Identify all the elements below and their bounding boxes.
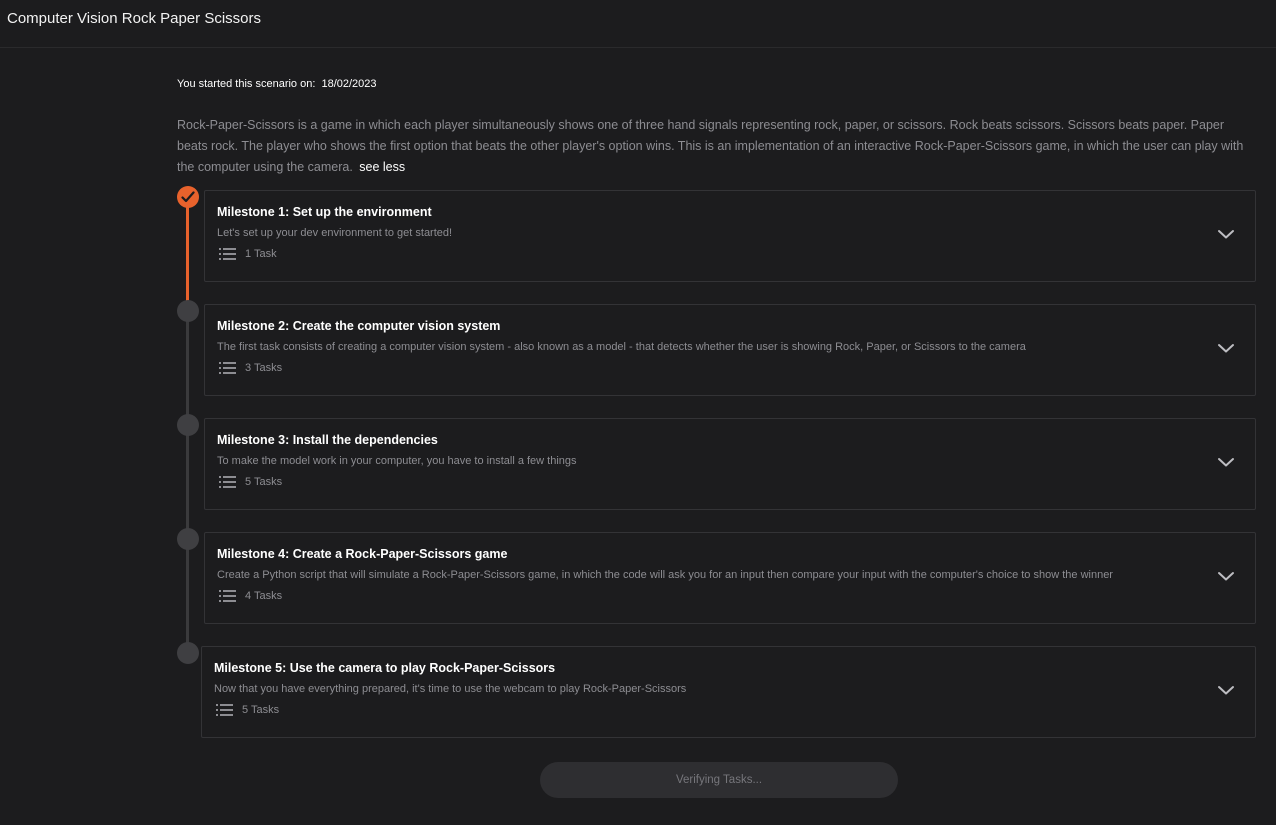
scenario-start-info: You started this scenario on: 18/02/2023 — [177, 78, 377, 90]
milestone-title: Milestone 2: Create the computer vision … — [217, 319, 501, 333]
checkmark-icon — [181, 191, 195, 203]
milestone-3-status-dot — [177, 414, 199, 436]
milestone-4-status-dot — [177, 528, 199, 550]
chevron-down-icon[interactable] — [1217, 228, 1235, 240]
task-count-label: 5 Tasks — [242, 704, 280, 716]
milestone-task-count: 5 Tasks — [219, 475, 282, 489]
chevron-down-icon[interactable] — [1217, 570, 1235, 582]
chevron-down-icon[interactable] — [1217, 456, 1235, 468]
timeline-line — [186, 302, 189, 652]
description-text: Rock-Paper-Scissors is a game in which e… — [177, 118, 1244, 174]
list-icon — [219, 362, 236, 374]
milestone-subtitle: Create a Python script that will simulat… — [217, 569, 1113, 581]
list-icon — [219, 248, 236, 260]
top-bar: Computer Vision Rock Paper Scissors — [0, 0, 1276, 48]
list-icon — [219, 476, 236, 488]
milestone-title: Milestone 4: Create a Rock-Paper-Scissor… — [217, 547, 508, 561]
milestone-task-count: 3 Tasks — [219, 361, 282, 375]
milestone-card-3[interactable]: Milestone 3: Install the dependencies To… — [204, 418, 1256, 510]
milestone-subtitle: The first task consists of creating a co… — [217, 341, 1026, 353]
chevron-down-icon[interactable] — [1217, 342, 1235, 354]
milestone-title: Milestone 1: Set up the environment — [217, 205, 432, 219]
started-date: 18/02/2023 — [321, 78, 377, 90]
scenario-description: Rock-Paper-Scissors is a game in which e… — [177, 115, 1252, 178]
milestone-task-count: 1 Task — [219, 247, 277, 261]
milestone-2-status-dot — [177, 300, 199, 322]
task-count-label: 4 Tasks — [245, 590, 283, 602]
page-title: Computer Vision Rock Paper Scissors — [7, 10, 261, 27]
milestone-card-4[interactable]: Milestone 4: Create a Rock-Paper-Scissor… — [204, 532, 1256, 624]
timeline-progress-line — [186, 206, 189, 302]
milestone-task-count: 4 Tasks — [219, 589, 282, 603]
chevron-down-icon[interactable] — [1217, 684, 1235, 696]
list-icon — [216, 704, 233, 716]
task-count-label: 5 Tasks — [245, 476, 283, 488]
milestone-1-status-dot — [177, 186, 199, 208]
milestone-5-status-dot — [177, 642, 199, 664]
milestone-subtitle: To make the model work in your computer,… — [217, 455, 577, 467]
started-label: You started this scenario on: — [177, 78, 316, 90]
milestone-subtitle: Let's set up your dev environment to get… — [217, 227, 453, 239]
milestone-card-1[interactable]: Milestone 1: Set up the environment Let'… — [204, 190, 1256, 282]
list-icon — [219, 590, 236, 602]
verify-tasks-button[interactable]: Verifying Tasks... — [540, 762, 898, 798]
milestone-card-5[interactable]: Milestone 5: Use the camera to play Rock… — [201, 646, 1256, 738]
milestone-subtitle: Now that you have everything prepared, i… — [214, 683, 687, 695]
task-count-label: 3 Tasks — [245, 362, 283, 374]
milestone-title: Milestone 3: Install the dependencies — [217, 433, 438, 447]
task-count-label: 1 Task — [245, 248, 277, 260]
see-less-link[interactable]: see less — [359, 160, 405, 174]
milestone-card-2[interactable]: Milestone 2: Create the computer vision … — [204, 304, 1256, 396]
milestone-task-count: 5 Tasks — [216, 703, 279, 717]
milestone-title: Milestone 5: Use the camera to play Rock… — [214, 661, 556, 675]
